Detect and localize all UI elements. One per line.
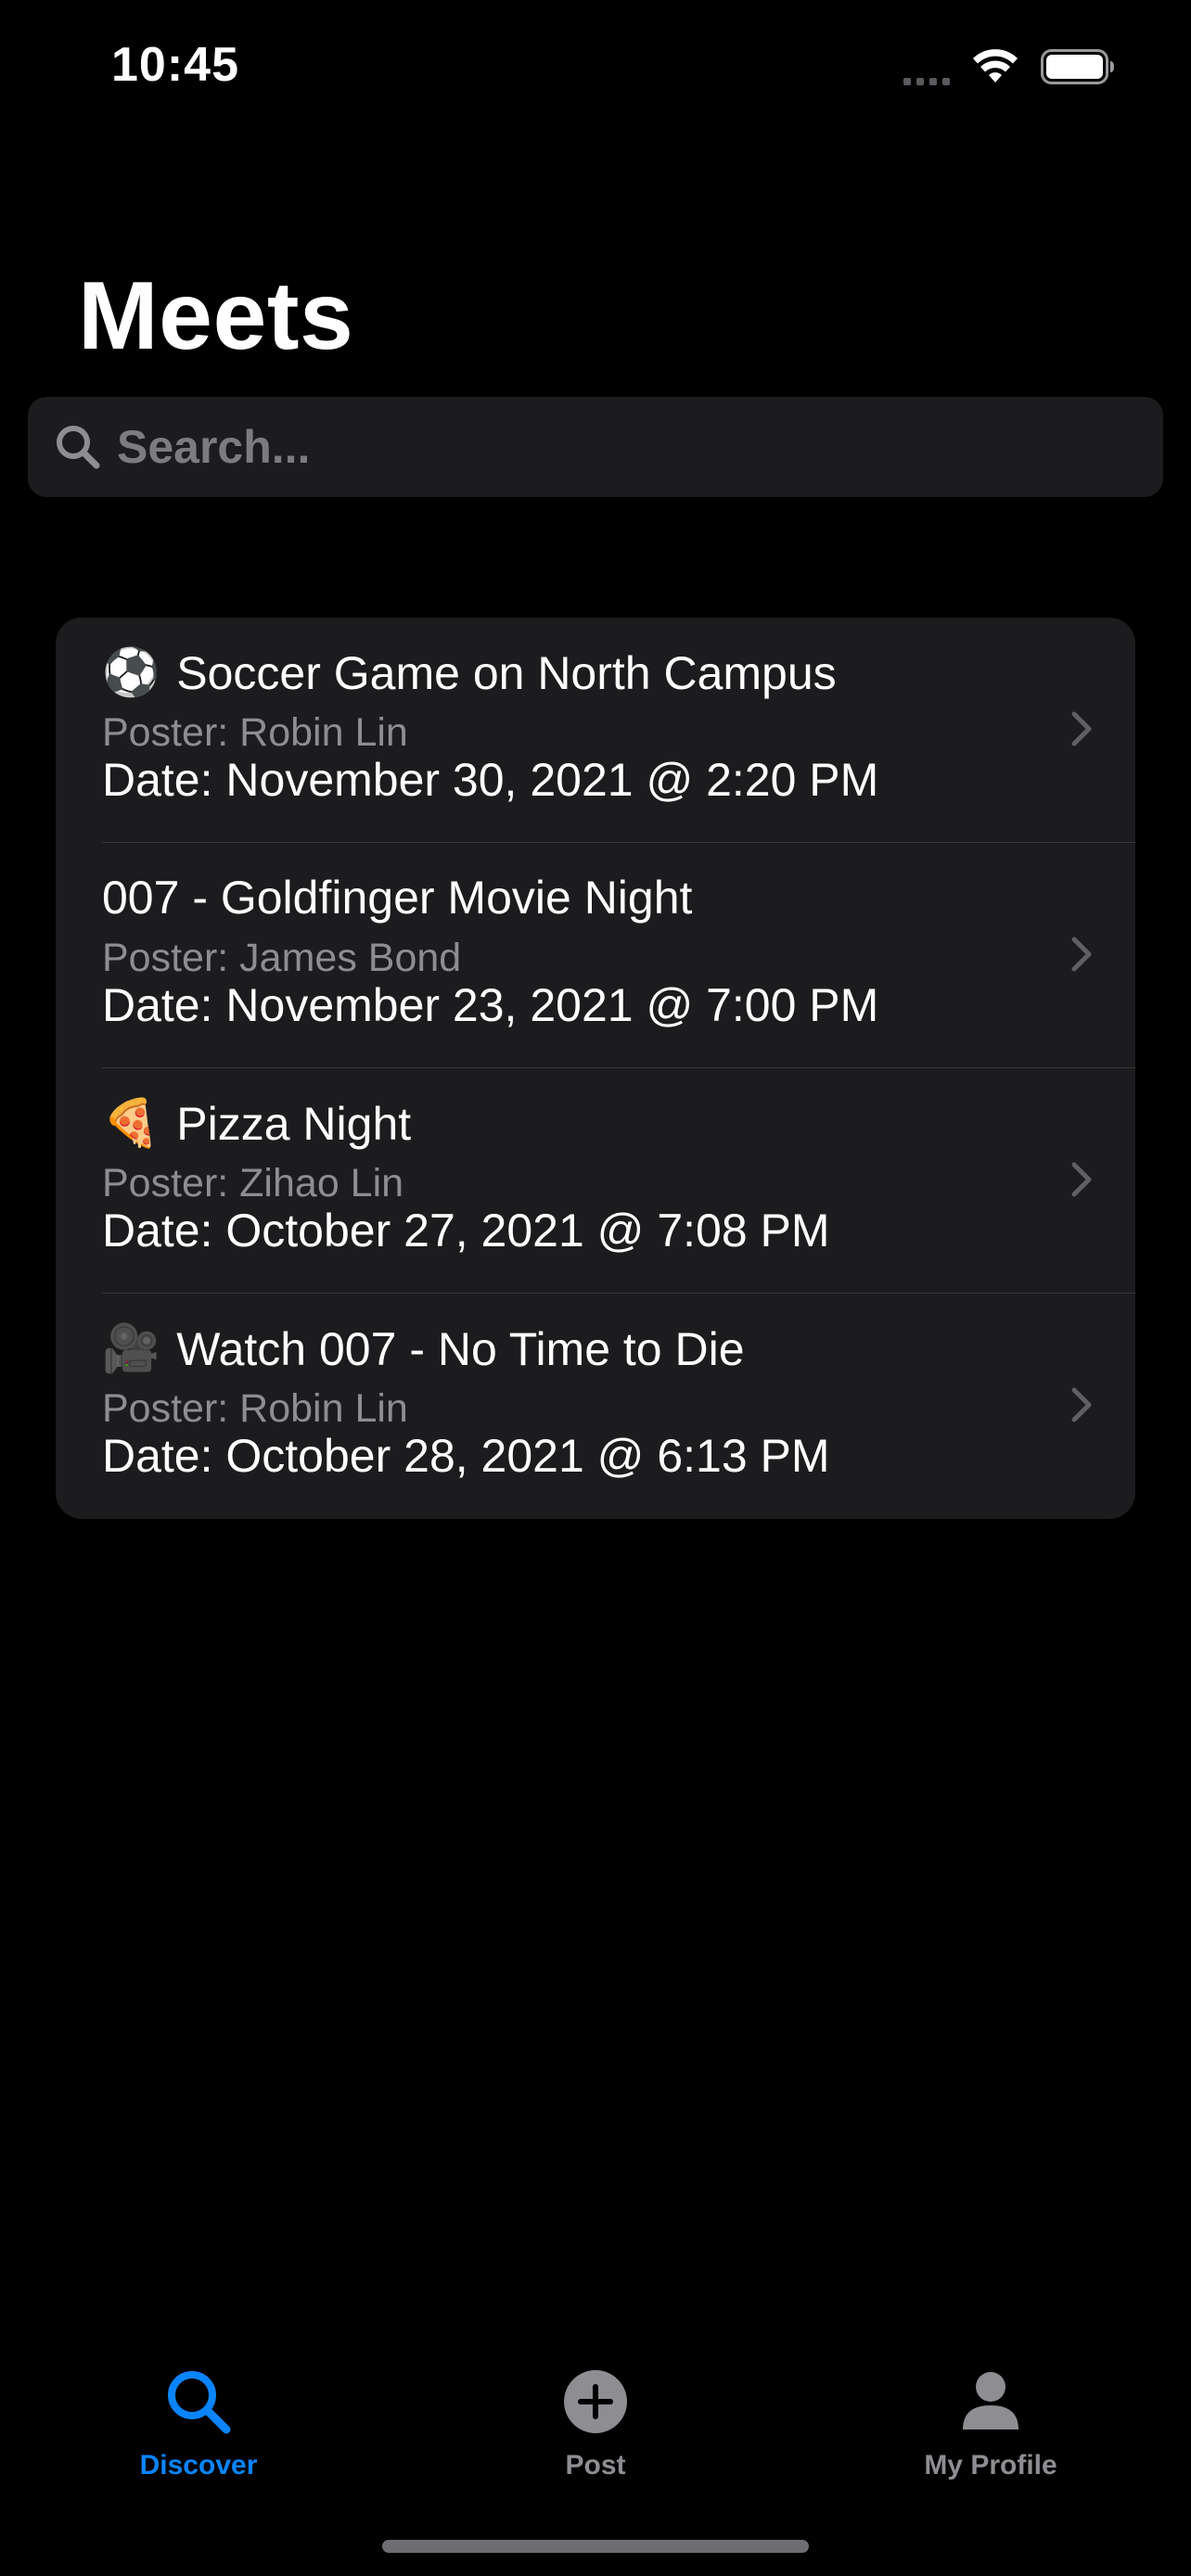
- tab-discover-label: Discover: [139, 2450, 258, 2480]
- meet-row-soccer[interactable]: ⚽ Soccer Game on North Campus Poster: Ro…: [56, 618, 1135, 843]
- meets-list: ⚽ Soccer Game on North Campus Poster: Ro…: [56, 618, 1135, 1519]
- tab-discover[interactable]: Discover: [59, 2346, 338, 2485]
- meet-title-text: Pizza Night: [176, 1097, 412, 1150]
- tab-my-profile[interactable]: My Profile: [852, 2346, 1130, 2485]
- tab-my-profile-label: My Profile: [924, 2450, 1057, 2480]
- meet-date: Date: October 27, 2021 @ 7:08 PM: [102, 1205, 830, 1256]
- meet-poster: Poster: James Bond: [102, 936, 462, 980]
- chevron-right-icon: [1071, 1162, 1092, 1197]
- status-icons: [903, 48, 1115, 85]
- soccer-ball-icon: ⚽: [102, 645, 160, 699]
- wifi-icon: [973, 49, 1018, 83]
- search-input[interactable]: [117, 397, 1137, 497]
- meet-poster: Poster: Robin Lin: [102, 1386, 408, 1431]
- battery-icon: [1041, 49, 1114, 84]
- meet-date: Date: November 30, 2021 @ 2:20 PM: [102, 754, 879, 806]
- meet-title-text: Watch 007 - No Time to Die: [176, 1322, 745, 1375]
- meet-title: 🍕 Pizza Night: [102, 1096, 411, 1151]
- search-icon: [57, 426, 100, 469]
- meet-date: Date: October 28, 2021 @ 6:13 PM: [102, 1430, 830, 1482]
- magnifying-glass-icon: [168, 2371, 231, 2434]
- meet-date: Date: November 23, 2021 @ 7:00 PM: [102, 979, 879, 1031]
- meet-poster: Poster: Zihao Lin: [102, 1161, 404, 1205]
- cellular-signal-icon: [903, 48, 950, 85]
- page-title: Meets: [78, 262, 354, 370]
- pizza-icon: 🍕: [102, 1096, 160, 1150]
- meet-title-text: Soccer Game on North Campus: [176, 646, 837, 699]
- meet-row-pizza[interactable]: 🍕 Pizza Night Poster: Zihao Lin Date: Oc…: [56, 1068, 1135, 1294]
- chevron-right-icon: [1071, 1387, 1092, 1422]
- meet-poster: Poster: Robin Lin: [102, 710, 408, 755]
- meet-title-text: 007 - Goldfinger Movie Night: [102, 872, 693, 924]
- home-indicator: [382, 2540, 809, 2553]
- chevron-right-icon: [1071, 711, 1092, 746]
- person-icon: [963, 2372, 1018, 2429]
- meet-row-goldfinger[interactable]: 007 - Goldfinger Movie Night Poster: Jam…: [56, 843, 1135, 1068]
- chevron-right-icon: [1071, 937, 1092, 972]
- movie-camera-icon: 🎥: [102, 1321, 160, 1375]
- tab-post-label: Post: [565, 2450, 626, 2480]
- meet-row-no-time-to-die[interactable]: 🎥 Watch 007 - No Time to Die Poster: Rob…: [56, 1294, 1135, 1519]
- meet-title: 007 - Goldfinger Movie Night: [102, 871, 692, 925]
- status-time: 10:45: [111, 38, 239, 92]
- meet-title: ⚽ Soccer Game on North Campus: [102, 645, 837, 700]
- tab-post[interactable]: Post: [456, 2346, 735, 2485]
- plus-circle-icon: [564, 2370, 627, 2433]
- search-bar[interactable]: [28, 397, 1163, 497]
- status-bar: 10:45: [0, 0, 1191, 130]
- meet-title: 🎥 Watch 007 - No Time to Die: [102, 1321, 745, 1376]
